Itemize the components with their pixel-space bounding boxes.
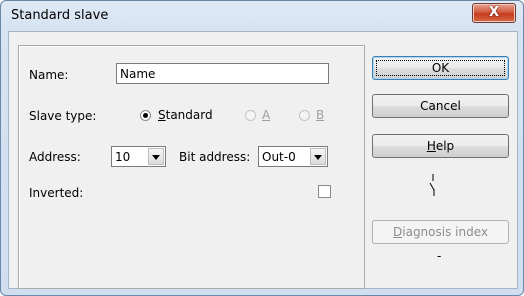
address-dropdown[interactable]: 10 (111, 146, 166, 167)
cancel-button[interactable]: Cancel (372, 94, 509, 118)
help-button[interactable]: Help (372, 134, 509, 158)
chevron-down-icon[interactable] (148, 148, 164, 165)
focus-rectangle (376, 60, 505, 76)
address-value: 10 (115, 150, 131, 164)
radio-standard[interactable] (140, 110, 151, 121)
help-button-label: Help (426, 139, 455, 153)
diagnosis-value: - (437, 249, 442, 263)
slave-type-label: Slave type: (29, 109, 97, 123)
bit-address-label: Bit address: (179, 150, 251, 164)
dialog-client-area: Name: Slave type: Standard A B Address: … (8, 31, 518, 289)
bit-address-dropdown[interactable]: Out-0 (258, 146, 328, 167)
title-bar[interactable]: Standard slave X (1, 1, 523, 31)
cancel-button-label: Cancel (420, 99, 461, 113)
radio-b[interactable] (299, 110, 310, 121)
chevron-down-icon[interactable] (310, 148, 326, 165)
window-title: Standard slave (11, 8, 109, 23)
radio-standard-label[interactable]: Standard (158, 108, 213, 122)
switch-contact-icon (429, 174, 435, 196)
radio-a[interactable] (245, 110, 256, 121)
name-field[interactable] (116, 63, 329, 84)
address-label: Address: (29, 150, 81, 164)
name-label: Name: (29, 68, 69, 82)
inverted-label: Inverted: (29, 186, 84, 200)
ok-button[interactable]: OK (372, 56, 509, 80)
radio-a-label: A (262, 108, 271, 122)
inverted-checkbox[interactable] (318, 185, 331, 198)
close-icon: X (488, 5, 500, 20)
diagnosis-index-button-label: Diagnosis index (393, 225, 488, 239)
dialog-window: Standard slave X Name: Slave type: Stand… (0, 0, 524, 296)
name-input[interactable] (117, 64, 328, 83)
diagnosis-index-button[interactable]: Diagnosis index (372, 220, 509, 244)
radio-standard-label-rest: tandard (165, 108, 213, 122)
bit-address-value: Out-0 (262, 150, 296, 164)
radio-b-label: B (316, 108, 325, 122)
close-button[interactable]: X (472, 3, 516, 23)
